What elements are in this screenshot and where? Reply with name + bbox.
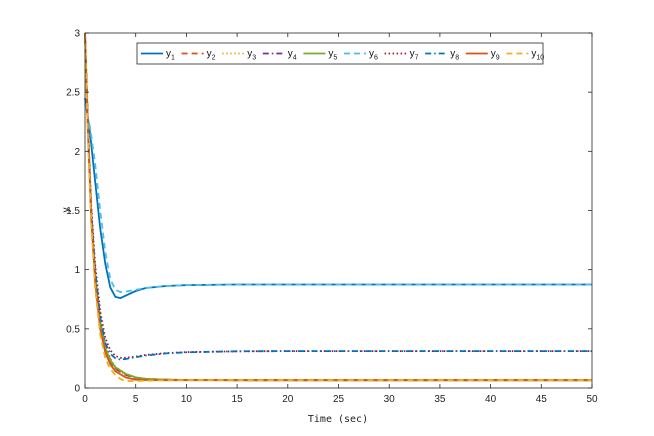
- x-tick-label: 35: [434, 394, 446, 405]
- y-tick-label: 0: [74, 384, 80, 395]
- x-tick-label: 40: [485, 394, 497, 405]
- y-tick-label: 3: [74, 29, 80, 40]
- plot-background: [85, 33, 592, 388]
- x-tick-label: 20: [282, 394, 294, 405]
- y-tick-label: 2: [74, 147, 80, 158]
- y-axis-label: y: [61, 208, 72, 213]
- x-tick-label: 10: [181, 394, 193, 405]
- x-tick-label: 0: [82, 394, 88, 405]
- x-tick-label: 5: [133, 394, 139, 405]
- y-tick-label: 0.5: [66, 324, 80, 335]
- legend: y1 y2 y3 y4 y5 y6 y7 y8 y9 y10: [136, 42, 544, 65]
- y-tick-label: 1: [74, 265, 80, 276]
- x-tick-label: 30: [384, 394, 396, 405]
- x-tick-label: 15: [232, 394, 244, 405]
- y-tick-label: 2.5: [66, 88, 80, 99]
- x-tick-label: 45: [536, 394, 548, 405]
- x-tick-label: 25: [333, 394, 345, 405]
- x-tick-label: 50: [586, 394, 598, 405]
- line-chart: 0 5 10 15 20 25 30 35 40 45 5000.511.522.53 Time (…: [61, 29, 598, 426]
- x-axis-label: Time (sec): [308, 414, 368, 425]
